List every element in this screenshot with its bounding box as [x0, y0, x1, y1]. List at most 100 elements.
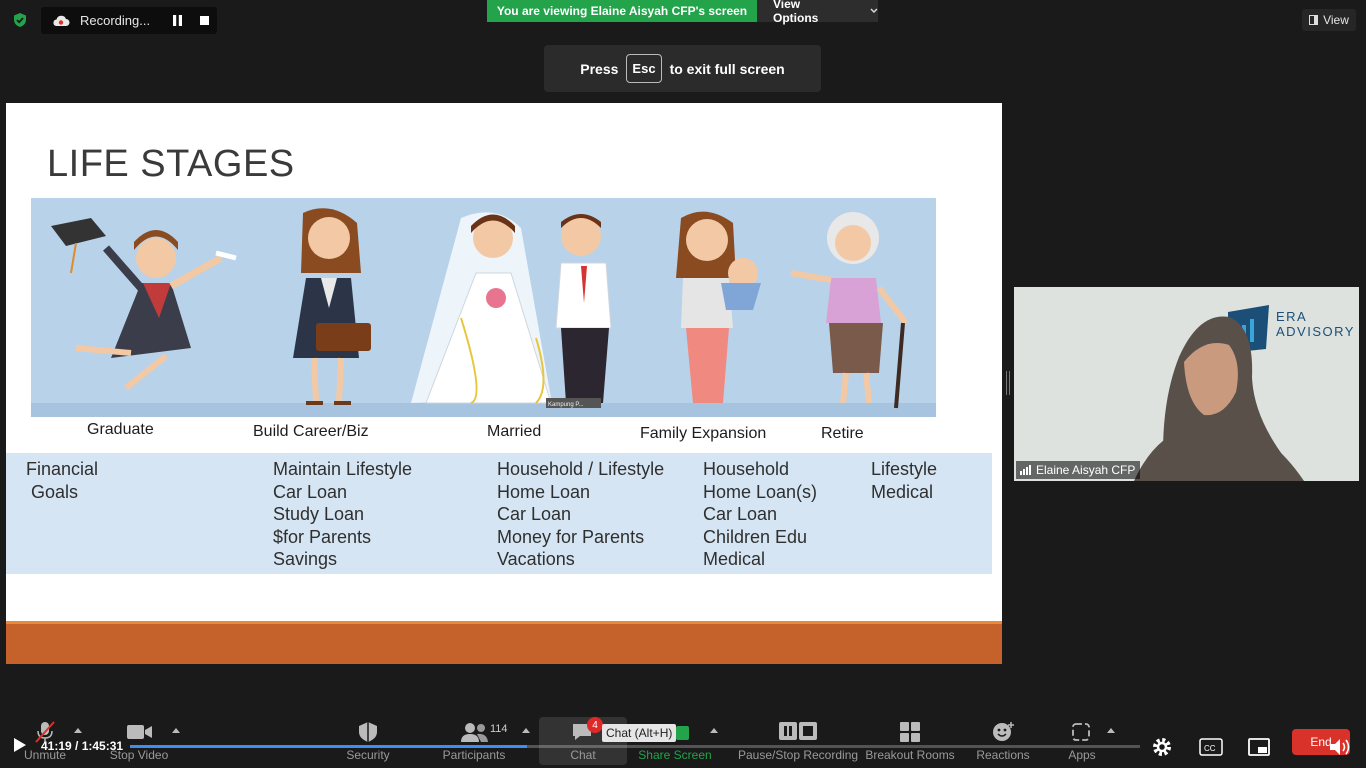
goal-item: Savings [273, 549, 338, 569]
view-label: View [1323, 13, 1349, 27]
esc-key: Esc [626, 54, 662, 83]
goal-item: Medical [871, 481, 934, 502]
chat-tooltip: Chat (Alt+H) [602, 724, 677, 742]
security-label: Security [346, 748, 390, 762]
participants-label: Participants [442, 748, 506, 762]
participants-button[interactable]: 114 Participants [443, 720, 508, 762]
goal-item: Car Loan [497, 504, 572, 524]
settings-gear-icon[interactable] [1151, 736, 1173, 758]
viewing-screen-banner: You are viewing Elaine Aisyah CFP's scre… [487, 0, 757, 22]
apps-button[interactable]: Apps [1068, 720, 1096, 762]
svg-text:CC: CC [1204, 744, 1216, 753]
career-woman-figure-icon [293, 208, 371, 405]
goal-item: Medical [703, 549, 766, 569]
recording-indicator: Recording... [41, 7, 217, 34]
slide-title: LIFE STAGES [47, 143, 295, 185]
apps-caret-icon[interactable] [1107, 728, 1115, 733]
goals-column-family: Household Home Loan(s) Car Loan Children… [703, 458, 817, 571]
married-couple-figure-icon: Kampung P... [411, 212, 612, 408]
press-text: Press [580, 60, 619, 77]
captions-icon[interactable]: CC [1199, 738, 1223, 756]
stage-label-married: Married [487, 423, 542, 440]
goals-column-retire: Lifestyle Medical [871, 458, 937, 503]
connection-strength-icon [1020, 465, 1031, 475]
goal-item: Financial [26, 459, 99, 479]
apps-label: Apps [1068, 748, 1096, 762]
breakout-rooms-button[interactable]: Breakout Rooms [865, 720, 955, 762]
share-screen-label: Share Screen [638, 748, 712, 762]
participants-count: 114 [490, 723, 508, 735]
participant-name: Elaine Aisyah CFP [1036, 463, 1136, 477]
playback-progress-fill [130, 745, 527, 748]
chevron-down-icon [870, 8, 878, 13]
participants-caret-icon[interactable] [522, 728, 530, 733]
goal-item: Household / Lifestyle [497, 459, 665, 479]
logo-line-1: ERA [1276, 309, 1308, 324]
security-button[interactable]: Security [346, 720, 390, 762]
graduate-figure-icon [51, 218, 237, 391]
participant-name-tag: Elaine Aisyah CFP [1016, 461, 1141, 479]
picture-in-picture-icon[interactable] [1248, 737, 1270, 757]
cloud-recording-icon [53, 15, 70, 26]
playback-timecode: 41:19 / 1:45:31 [41, 739, 124, 753]
stage-label-graduate: Graduate [87, 421, 154, 438]
view-options-button[interactable]: View Options [757, 0, 878, 25]
play-icon[interactable] [14, 738, 26, 752]
mother-with-baby-figure-icon [676, 211, 761, 403]
image-watermark: Kampung P... [548, 402, 584, 408]
security-shield-icon [14, 13, 26, 27]
panel-resize-handle[interactable] [1006, 371, 1010, 395]
exit-text: to exit full screen [669, 60, 785, 77]
era-advisory-logo-text: ERA ADVISORY [1276, 309, 1355, 339]
goal-item: $for Parents [273, 526, 372, 547]
stage-label-retire: Retire [821, 425, 864, 442]
goals-column-career: Maintain Lifestyle Car Loan Study Loan $… [273, 458, 412, 571]
exit-fullscreen-hint: Press Esc to exit full screen [544, 45, 821, 92]
participants-icon [461, 723, 488, 742]
chat-label: Chat [570, 748, 596, 762]
goals-column-heading: Financial Goals [26, 458, 98, 503]
reactions-button[interactable]: Reactions [976, 720, 1030, 762]
stage-label-family: Family Expansion [640, 425, 767, 442]
view-layout-icon [1309, 15, 1319, 25]
smiley-icon [993, 722, 1014, 741]
goal-item: Car Loan [703, 504, 778, 524]
goal-item: Lifestyle [871, 459, 938, 479]
playback-progress-bar[interactable] [130, 745, 1140, 748]
share-screen-green-icon [676, 726, 689, 740]
pause-stop-icon [779, 722, 817, 740]
financial-goals-band: Financial Goals Maintain Lifestyle Car L… [6, 453, 992, 574]
shared-screen-slide: LIFE STAGES Kampung P... Graduate Build … [6, 103, 1002, 664]
goal-item: Goals [26, 481, 79, 502]
shield-icon [359, 722, 377, 742]
elderly-woman-figure-icon [790, 212, 909, 409]
chat-unread-badge: 4 [587, 717, 603, 733]
share-options-caret-icon[interactable] [710, 728, 718, 733]
audio-options-caret-icon[interactable] [74, 728, 82, 733]
goal-item: Home Loan [497, 481, 591, 502]
life-stages-illustration: Kampung P... [31, 198, 936, 417]
goal-item: Money for Parents [497, 526, 645, 547]
goal-item: Home Loan(s) [703, 481, 818, 502]
participant-video-tile[interactable]: ERA ADVISORY Elaine Aisyah CFP [1014, 287, 1359, 481]
video-camera-icon [127, 725, 152, 739]
slide-footer-bar [6, 621, 1002, 664]
breakout-rooms-label: Breakout Rooms [865, 748, 955, 762]
video-options-caret-icon[interactable] [172, 728, 180, 733]
pause-stop-recording-button[interactable]: Pause/Stop Recording [738, 720, 858, 762]
view-button[interactable]: View [1302, 9, 1356, 31]
goal-item: Car Loan [273, 481, 348, 502]
goals-column-married: Household / Lifestyle Home Loan Car Loan… [497, 458, 664, 571]
goal-item: Household [703, 459, 790, 479]
recording-label: Recording... [80, 13, 151, 28]
goal-item: Maintain Lifestyle [273, 459, 413, 479]
pause-recording-icon[interactable] [172, 15, 183, 26]
goal-item: Study Loan [273, 504, 365, 524]
view-options-label: View Options [773, 0, 819, 25]
reactions-label: Reactions [976, 748, 1030, 762]
pause-stop-recording-label: Pause/Stop Recording [737, 748, 859, 762]
volume-icon[interactable] [1328, 737, 1352, 757]
stop-video-button[interactable]: Stop Video [110, 720, 168, 762]
apps-icon [1072, 723, 1090, 741]
stop-recording-icon[interactable] [200, 16, 209, 25]
